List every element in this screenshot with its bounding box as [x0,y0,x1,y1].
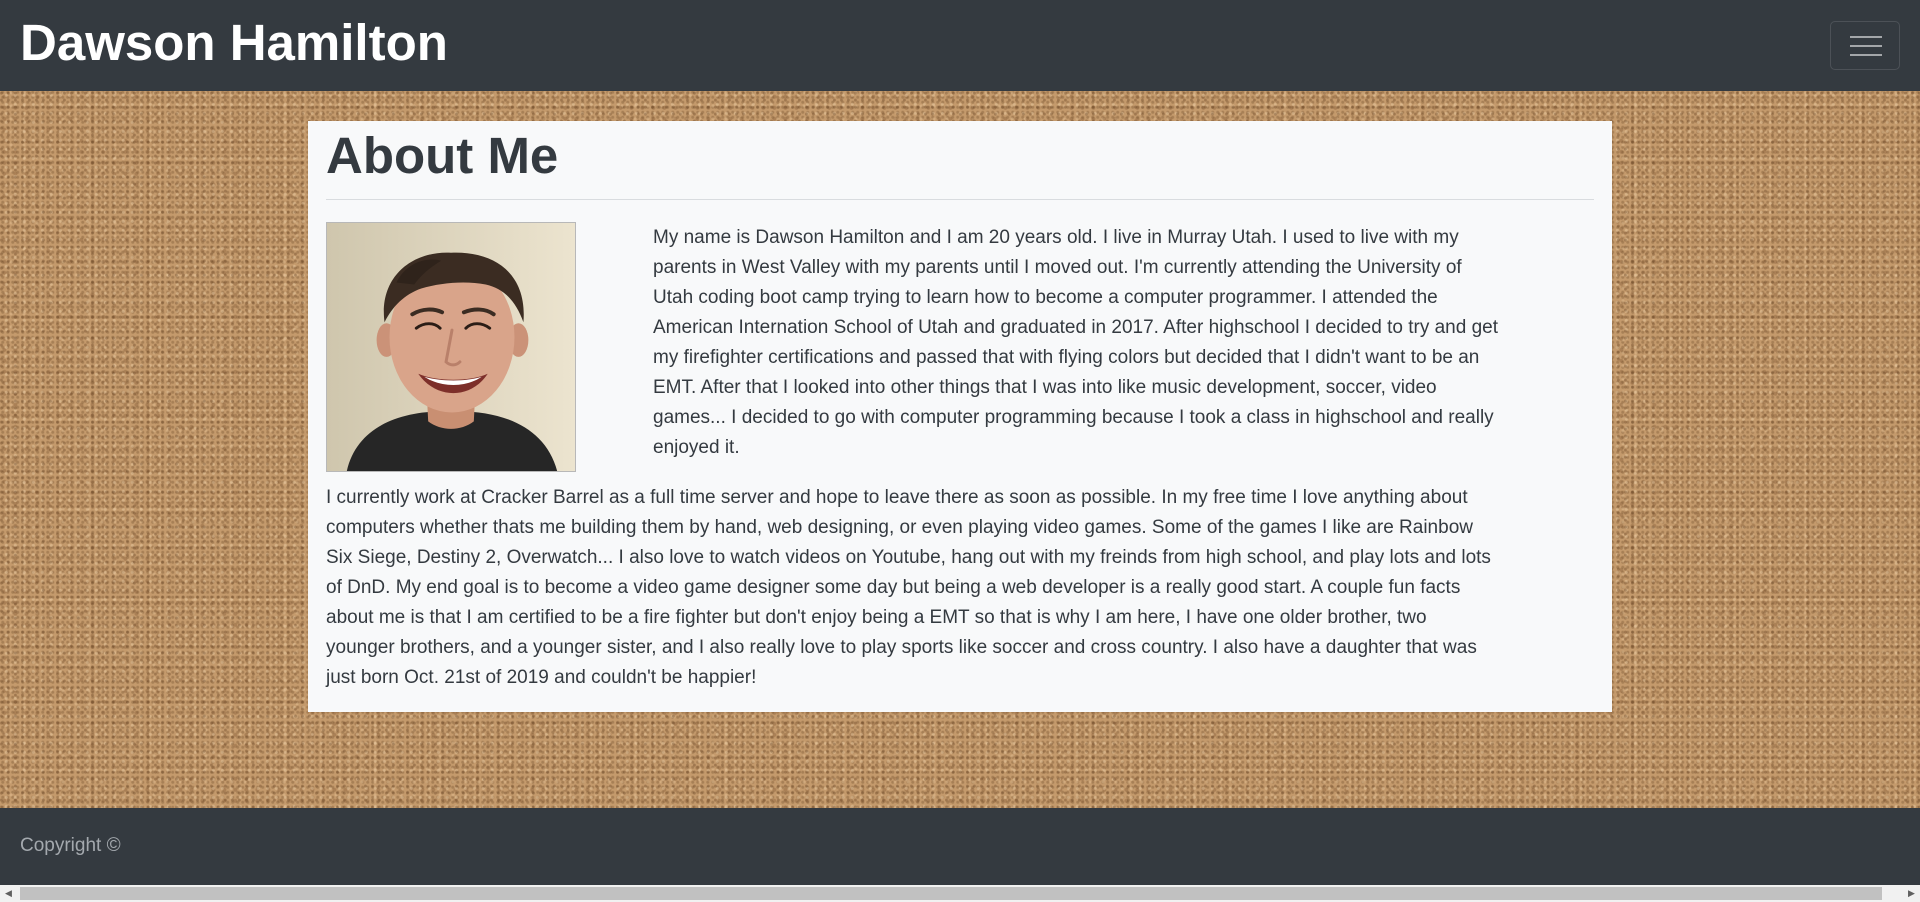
about-me-card: About Me My name is Dawson Hamilton and … [308,121,1612,712]
page-title: About Me [326,127,559,184]
scroll-right-arrow-icon[interactable]: ▶ [1903,885,1920,902]
horizontal-scrollbar[interactable]: ◀ ▶ [0,885,1920,902]
hamburger-menu-icon-bar [1850,45,1882,47]
footer: Copyright © [0,808,1920,885]
profile-photo [326,222,576,472]
portrait-illustration [327,223,575,471]
hamburger-menu-icon [1850,36,1882,38]
navbar: Dawson Hamilton [0,0,1920,91]
hamburger-menu-icon-bar [1850,54,1882,56]
navbar-toggler-button[interactable] [1830,21,1900,70]
copyright-text: Copyright © [20,835,121,856]
hobbies-paragraph: I currently work at Cracker Barrel as a … [326,487,1491,688]
scrollbar-thumb[interactable] [20,887,1882,900]
intro-paragraph: My name is Dawson Hamilton and I am 20 y… [653,227,1498,458]
scroll-left-arrow-icon[interactable]: ◀ [0,885,17,902]
title-divider [326,199,1594,200]
brand-name[interactable]: Dawson Hamilton [20,12,448,74]
